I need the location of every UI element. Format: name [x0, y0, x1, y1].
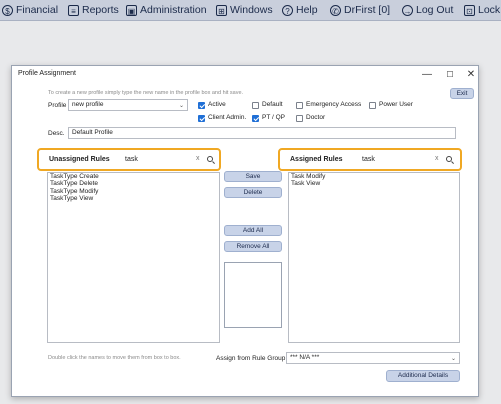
details-preview-box [224, 262, 282, 328]
menu-logout[interactable]: → Log Out [402, 2, 453, 18]
doctor-checkbox[interactable] [296, 115, 303, 122]
maximize-button[interactable]: ☐ [443, 68, 457, 82]
dialog-titlebar[interactable]: Profile Assignment — ☐ ✕ [12, 66, 478, 84]
assigned-search-icon[interactable] [446, 156, 452, 162]
exit-button[interactable]: Exit [450, 88, 474, 99]
active-checkbox[interactable] [198, 102, 205, 109]
power-user-checkbox[interactable] [369, 102, 376, 109]
default-label: Default [262, 101, 283, 108]
menu-financial[interactable]: $ Financial [2, 2, 58, 18]
emergency-access-checkbox[interactable] [296, 102, 303, 109]
default-checkbox[interactable] [252, 102, 259, 109]
list-item[interactable]: Task View [289, 180, 459, 187]
pt-qp-label: PT / QP [262, 114, 285, 121]
desc-value: Default Profile [72, 129, 113, 136]
rule-group-value: *** N/A *** [290, 354, 320, 361]
additional-details-button[interactable]: Additional Details [386, 370, 460, 382]
list-item[interactable]: TaskType Create [48, 173, 219, 180]
menu-drfirst-label: DrFirst [0] [344, 4, 391, 16]
assigned-rules-filter: Assigned Rules task x [278, 148, 462, 171]
save-button[interactable]: Save [224, 171, 282, 182]
minimize-button[interactable]: — [420, 68, 434, 82]
unassigned-rules-list[interactable]: TaskType Create TaskType Delete TaskType… [47, 172, 220, 343]
reports-icon: ≡ [68, 4, 79, 16]
unassigned-rules-filter: Unassigned Rules task x [37, 148, 221, 171]
client-admin-label: Client Admin. [208, 114, 247, 121]
profile-label: Profile [48, 102, 67, 109]
unassigned-search-value: task [125, 156, 138, 163]
footer-hint: Double click the names to move them from… [48, 355, 181, 361]
doctor-label: Doctor [306, 114, 326, 121]
menu-lock[interactable]: ⊡ Lock [464, 2, 500, 18]
lock-icon: ⊡ [464, 4, 475, 16]
profile-assignment-dialog: Profile Assignment — ☐ ✕ To create a new… [11, 65, 479, 397]
desc-input[interactable]: Default Profile [68, 127, 456, 139]
logout-icon: → [402, 4, 413, 16]
list-item[interactable]: Task Modify [289, 173, 459, 180]
active-label: Active [208, 101, 226, 108]
administration-icon: ▣ [126, 4, 137, 16]
windows-icon: ⊞ [216, 4, 227, 16]
profile-select[interactable]: new profile ⌄ [68, 99, 188, 111]
drfirst-icon: ✆ [330, 4, 341, 16]
chevron-down-icon: ⌄ [178, 103, 184, 109]
dialog-title: Profile Assignment [18, 70, 76, 77]
menu-financial-label: Financial [16, 4, 59, 16]
client-admin-checkbox[interactable] [198, 115, 205, 122]
profile-value: new profile [72, 101, 104, 108]
unassigned-rules-label: Unassigned Rules [49, 156, 110, 163]
assigned-rules-list[interactable]: Task Modify Task View [288, 172, 460, 343]
delete-button[interactable]: Delete [224, 187, 282, 198]
menu-bar: $ Financial ≡ Reports ▣ Administration ⊞… [0, 0, 501, 21]
emergency-access-label: Emergency Access [306, 101, 362, 108]
menu-help[interactable]: ? Help [282, 2, 318, 18]
chevron-down-icon: ⌄ [450, 356, 456, 362]
desc-label: Desc. [48, 130, 65, 137]
menu-administration-label: Administration [140, 4, 207, 16]
add-all-button[interactable]: Add All [224, 225, 282, 236]
power-user-label: Power User [379, 101, 413, 108]
list-item[interactable]: TaskType Delete [48, 180, 219, 187]
assigned-rules-label: Assigned Rules [290, 156, 343, 163]
menu-administration[interactable]: ▣ Administration [126, 2, 207, 18]
rule-group-select[interactable]: *** N/A *** ⌄ [286, 352, 460, 364]
unassigned-search-icon[interactable] [207, 156, 213, 162]
menu-windows-label: Windows [230, 4, 273, 16]
dollar-icon: $ [2, 4, 13, 16]
list-item[interactable]: TaskType Modify [48, 188, 219, 195]
menu-windows[interactable]: ⊞ Windows [216, 2, 273, 18]
help-icon: ? [282, 4, 293, 16]
unassigned-clear-icon[interactable]: x [196, 155, 200, 162]
assigned-clear-icon[interactable]: x [435, 155, 439, 162]
close-button[interactable]: ✕ [464, 68, 478, 82]
rule-group-label: Assign from Rule Group [216, 355, 286, 362]
menu-help-label: Help [296, 4, 318, 16]
remove-all-button[interactable]: Remove All [224, 241, 282, 252]
menu-reports[interactable]: ≡ Reports [68, 2, 119, 18]
menu-drfirst[interactable]: ✆ DrFirst [0] [330, 2, 390, 18]
pt-qp-checkbox[interactable] [252, 115, 259, 122]
menu-logout-label: Log Out [416, 4, 454, 16]
list-item[interactable]: TaskType View [48, 195, 219, 202]
menu-lock-label: Lock [478, 4, 501, 16]
assigned-search-value: task [362, 156, 375, 163]
profile-hint: To create a new profile simply type the … [48, 90, 244, 96]
menu-reports-label: Reports [82, 4, 119, 16]
